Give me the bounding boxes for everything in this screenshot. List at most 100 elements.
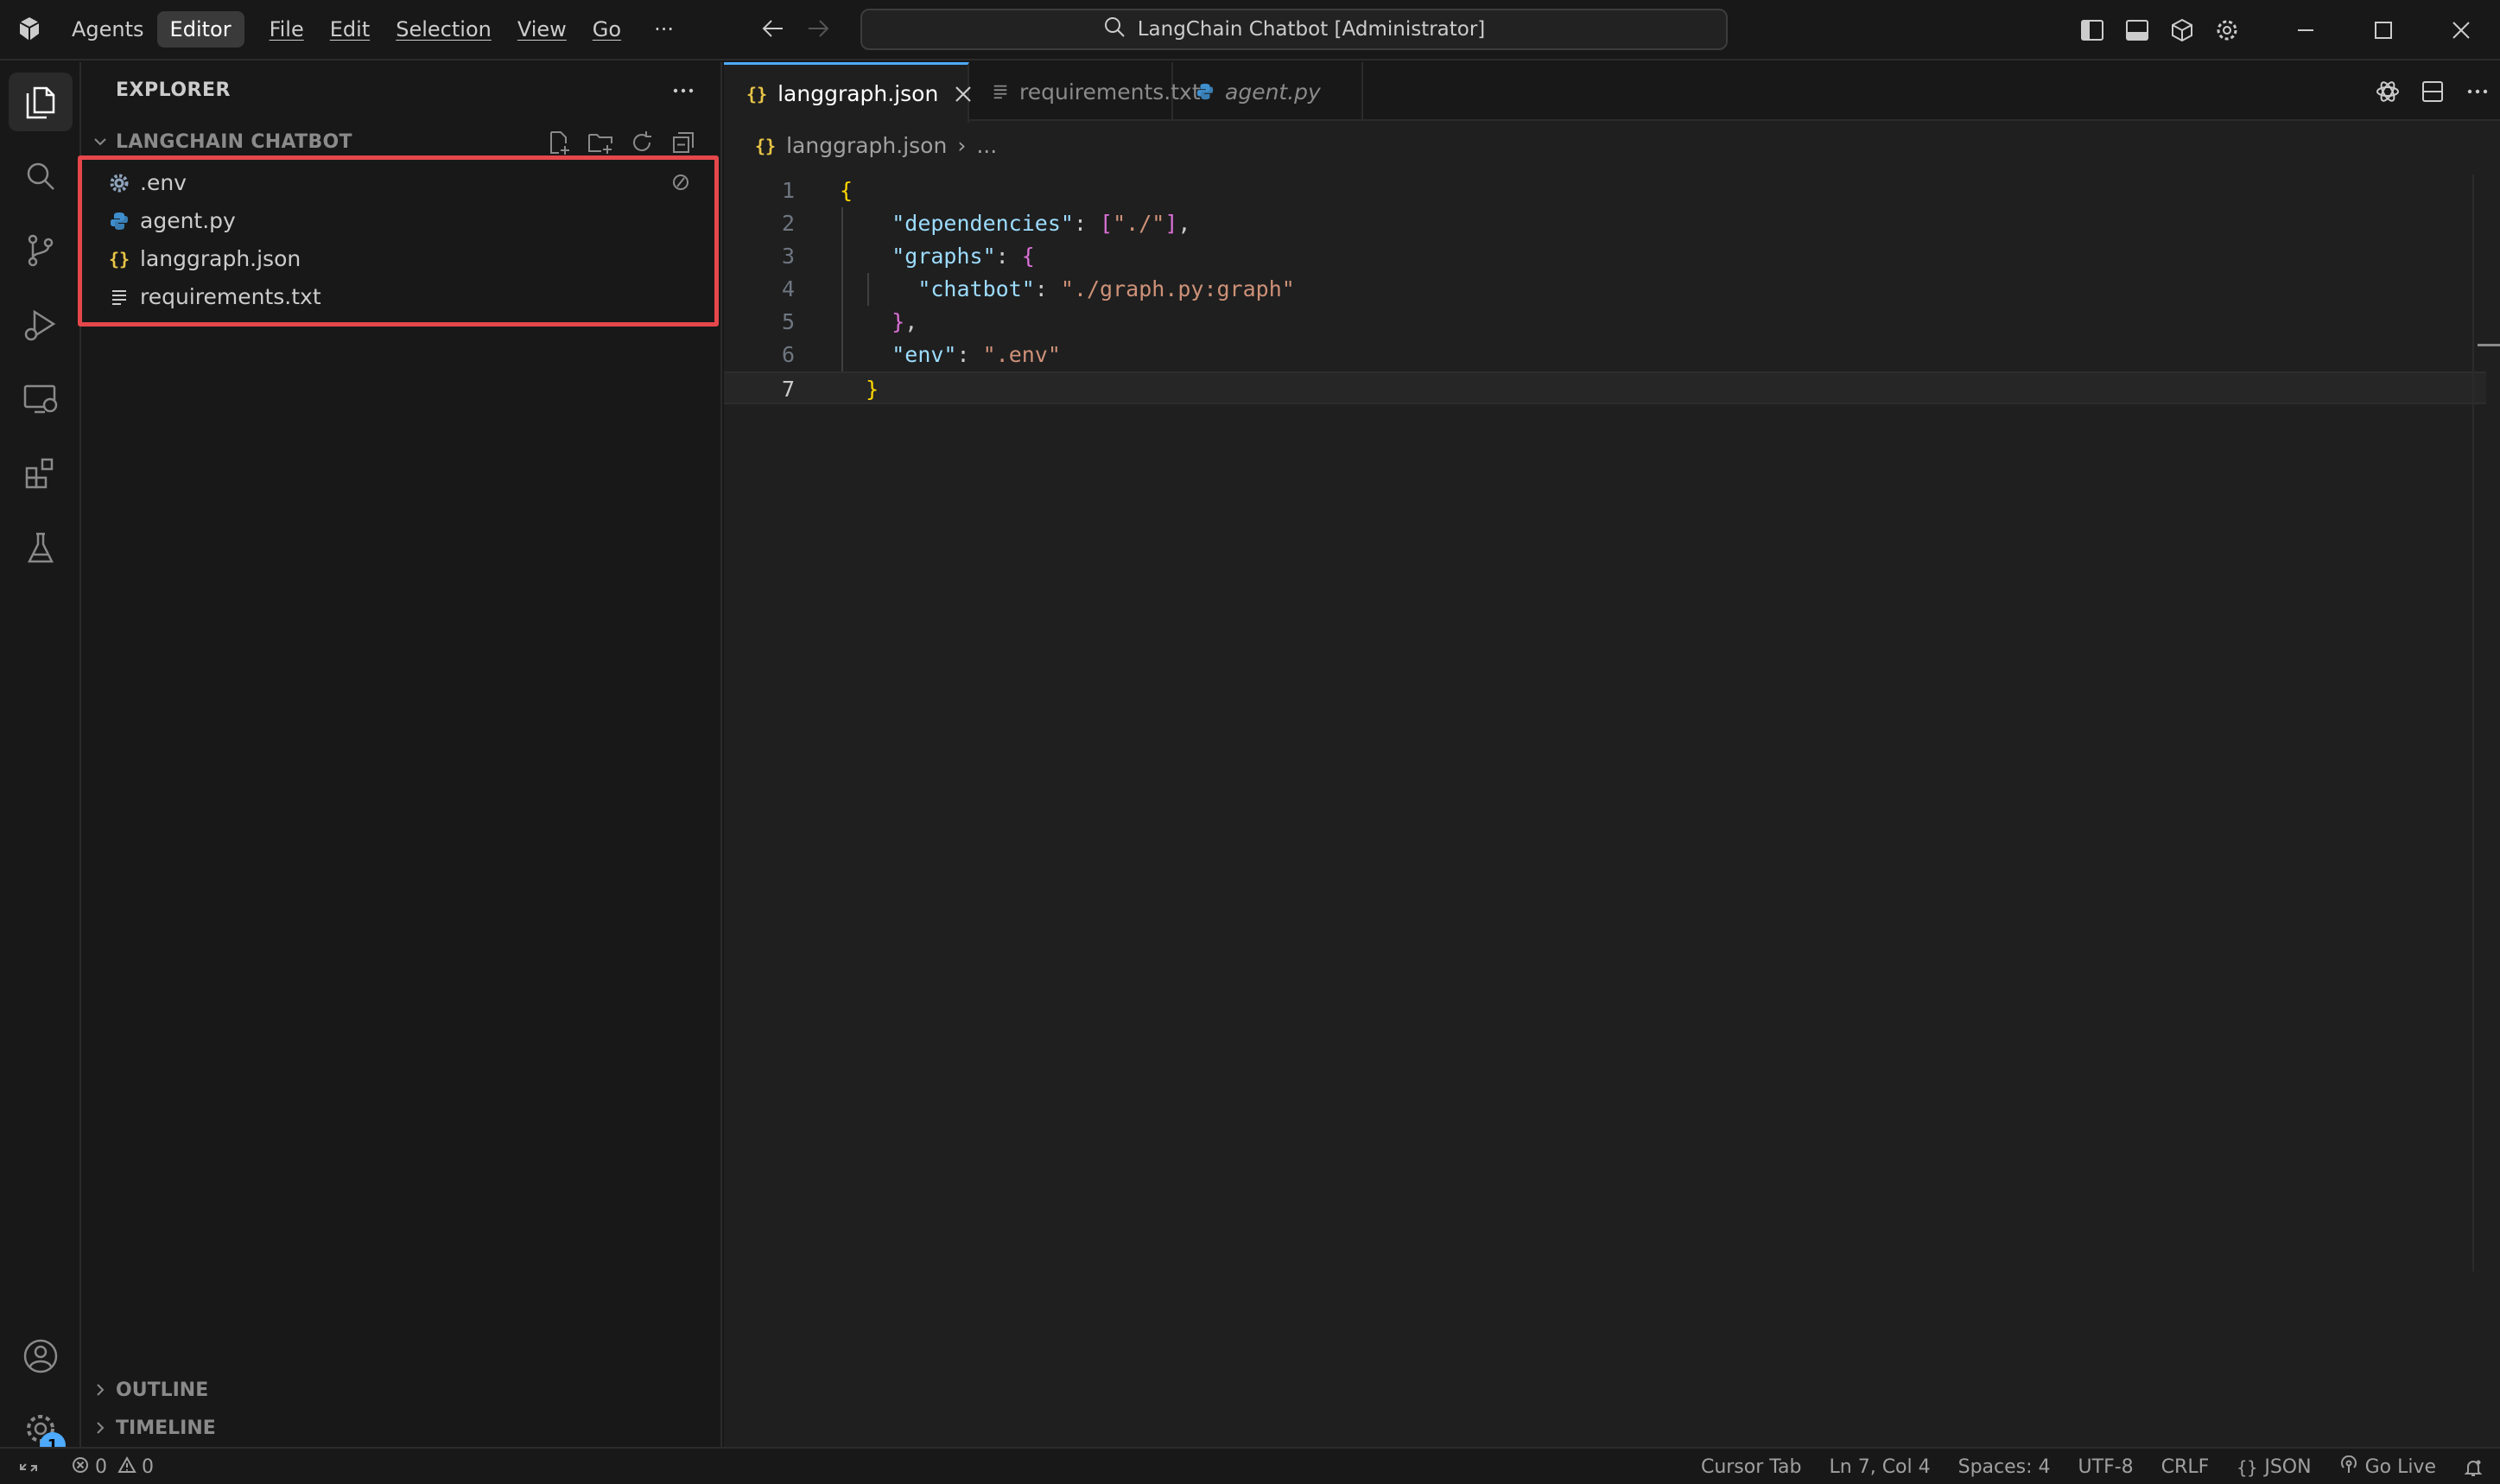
chevron-right-icon	[92, 1419, 109, 1440]
workspace-folder-name: LANGCHAIN CHATBOT	[116, 131, 352, 153]
outline-section[interactable]: OUTLINE	[81, 1372, 722, 1408]
menu-go[interactable]: Go	[580, 11, 634, 48]
indent-guide	[867, 273, 869, 306]
search-title-text: LangChain Chatbot [Administrator]	[1137, 18, 1486, 41]
menu-edit[interactable]: Edit	[317, 11, 383, 48]
explorer-icon[interactable]	[0, 66, 81, 138]
line-number: 5	[781, 309, 795, 334]
status-line-col[interactable]: Ln 7, Col 4	[1830, 1456, 1931, 1478]
code-line: 6 "env": ".env"	[724, 339, 2486, 371]
line-number: 2	[781, 211, 795, 236]
menu-more-button[interactable]: ···	[641, 11, 687, 48]
line-number: 7	[781, 377, 795, 402]
line-number: 3	[781, 244, 795, 269]
code-line: 5 },	[724, 306, 2486, 339]
maximize-icon[interactable]	[2345, 0, 2422, 60]
breadcrumb-separator: ›	[957, 133, 967, 158]
warning-icon	[117, 1455, 136, 1480]
broadcast-icon	[2339, 1455, 2358, 1480]
chevron-right-icon	[92, 1381, 109, 1402]
tab-agent-py[interactable]: agent.py	[1173, 62, 1363, 121]
extensions-icon[interactable]	[0, 437, 81, 510]
menu-view[interactable]: View	[504, 11, 580, 48]
split-editor-icon[interactable]	[2410, 62, 2455, 121]
go-live-label: Go Live	[2364, 1456, 2436, 1478]
code-text: },	[891, 309, 918, 334]
highlight-annotation-box	[78, 155, 719, 327]
indent-guide	[841, 207, 843, 371]
code-text: "chatbot": "./graph.py:graph"	[917, 276, 1295, 301]
remote-indicator-icon[interactable]	[0, 1449, 57, 1484]
source-control-icon[interactable]	[0, 214, 81, 287]
forward-arrow-icon[interactable]	[805, 16, 831, 45]
menu-agents[interactable]: Agents	[59, 11, 157, 48]
tab-requirements-txt[interactable]: requirements.txt	[969, 62, 1201, 121]
openai-chat-icon[interactable]	[2365, 62, 2410, 121]
tab-langgraph-json[interactable]: {} langgraph.json	[724, 62, 972, 123]
problems-indicator[interactable]: 0 0	[71, 1455, 154, 1480]
cube-icon[interactable]	[2160, 0, 2205, 60]
status-indentation[interactable]: Spaces: 4	[1958, 1456, 2051, 1478]
line-number: 4	[781, 276, 795, 301]
json-icon: {}	[755, 135, 777, 156]
chevron-down-icon	[92, 133, 109, 154]
code-text: "graphs": {	[891, 244, 1035, 269]
vertical-scrollbar[interactable]	[2472, 174, 2498, 1272]
timeline-title: TIMELINE	[116, 1417, 216, 1439]
explorer-more-actions-icon[interactable]	[670, 78, 696, 107]
settings-gear-icon[interactable]	[2205, 0, 2249, 60]
remote-explorer-icon[interactable]	[0, 363, 81, 435]
status-eol[interactable]: CRLF	[2161, 1456, 2210, 1478]
toggle-sidebar-icon[interactable]	[2070, 0, 2115, 60]
cursor-logo-icon[interactable]	[0, 0, 59, 60]
collapse-all-icon[interactable]	[669, 128, 698, 157]
menu-bar: Agents Editor File Edit Selection View G…	[59, 0, 687, 60]
outline-title: OUTLINE	[116, 1379, 209, 1401]
breadcrumb-symbol[interactable]: ...	[976, 133, 997, 158]
code-editor[interactable]: 1 { 2 "dependencies": ["./"], 3 "graphs"…	[724, 174, 2500, 1447]
status-language[interactable]: {} JSON	[2237, 1456, 2311, 1478]
code-line: 1 {	[724, 174, 2486, 207]
search-icon	[1103, 16, 1126, 43]
explorer-header: EXPLORER	[116, 79, 231, 101]
code-text: }	[866, 377, 879, 402]
toggle-panel-icon[interactable]	[2115, 0, 2160, 60]
status-go-live[interactable]: Go Live	[2339, 1455, 2436, 1480]
code-text: "env": ".env"	[891, 342, 1061, 367]
editor-group: {} langgraph.json requirements.txt agent…	[724, 62, 2500, 1447]
tab-label: agent.py	[1225, 79, 1321, 105]
line-number: 1	[781, 178, 795, 203]
text-file-icon	[992, 83, 1009, 100]
status-right: Cursor Tab Ln 7, Col 4 Spaces: 4 UTF-8 C…	[1701, 1449, 2483, 1484]
menu-file[interactable]: File	[257, 11, 317, 48]
breadcrumb: {} langgraph.json › ...	[755, 133, 997, 158]
error-count: 0	[95, 1456, 107, 1478]
close-window-icon[interactable]	[2422, 0, 2500, 60]
command-center-search[interactable]: LangChain Chatbot [Administrator]	[860, 9, 1728, 50]
tab-label: langgraph.json	[777, 81, 939, 106]
new-folder-icon[interactable]	[586, 128, 615, 157]
status-bar: 0 0 Cursor Tab Ln 7, Col 4 Spaces: 4 UTF…	[0, 1447, 2500, 1484]
minimize-icon[interactable]	[2267, 0, 2345, 60]
back-arrow-icon[interactable]	[760, 16, 786, 45]
editor-more-actions-icon[interactable]	[2455, 62, 2500, 121]
search-icon[interactable]	[0, 140, 81, 212]
status-cursor-tab[interactable]: Cursor Tab	[1701, 1456, 1802, 1478]
navigation-arrows	[760, 0, 831, 60]
refresh-icon[interactable]	[627, 128, 657, 157]
json-icon: {}	[746, 83, 768, 105]
breadcrumb-file[interactable]: langgraph.json	[786, 133, 947, 158]
notifications-bell-icon[interactable]	[2464, 1458, 2483, 1477]
timeline-section[interactable]: TIMELINE	[81, 1410, 722, 1446]
title-bar-actions	[2070, 0, 2500, 60]
status-encoding[interactable]: UTF-8	[2078, 1456, 2134, 1478]
menu-editor[interactable]: Editor	[156, 11, 244, 48]
menu-selection[interactable]: Selection	[383, 11, 504, 48]
testing-flask-icon[interactable]	[0, 511, 81, 584]
account-icon[interactable]	[0, 1320, 81, 1392]
title-bar: Agents Editor File Edit Selection View G…	[0, 0, 2500, 60]
run-debug-icon[interactable]	[0, 289, 81, 361]
warning-count: 0	[142, 1456, 154, 1478]
new-file-icon[interactable]	[544, 128, 574, 157]
status-language-label: JSON	[2264, 1456, 2312, 1478]
